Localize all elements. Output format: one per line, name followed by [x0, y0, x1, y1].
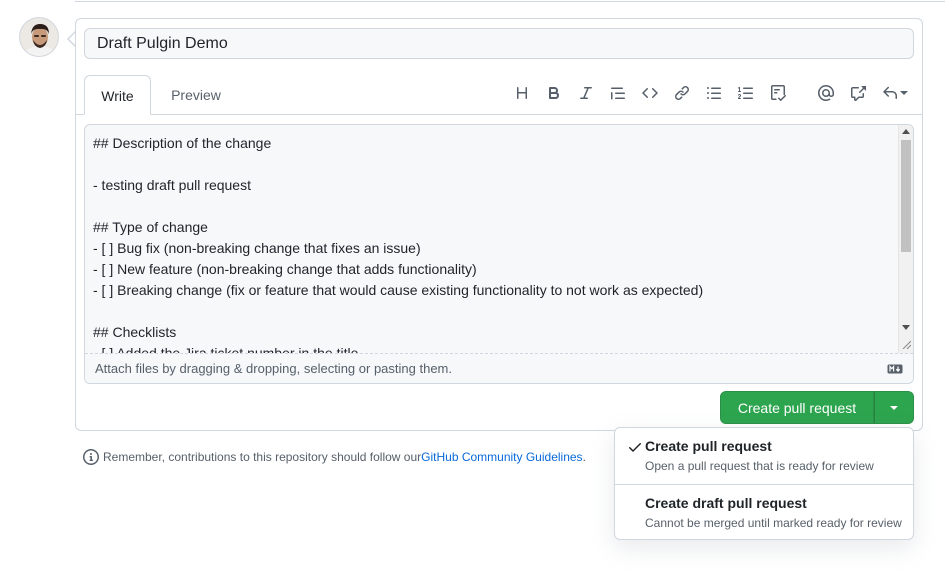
ordered-list-icon[interactable] — [734, 81, 758, 105]
check-icon — [629, 443, 641, 452]
create-pr-dropdown-menu: Create pull request Open a pull request … — [614, 427, 914, 540]
menu-item-title: Create draft pull request — [645, 495, 807, 511]
community-guidelines-note: Remember, contributions to this reposito… — [83, 448, 586, 466]
triangle-down-icon — [890, 406, 898, 410]
info-icon — [83, 449, 99, 465]
tab-write[interactable]: Write — [84, 75, 151, 115]
menu-item-description: Cannot be merged until marked ready for … — [645, 516, 902, 530]
heading-icon[interactable] — [510, 81, 534, 105]
resize-grip-icon[interactable] — [901, 339, 911, 349]
scroll-down-arrow-icon[interactable] — [902, 325, 910, 330]
create-pr-button-group: Create pull request — [720, 391, 915, 424]
tab-preview[interactable]: Preview — [159, 75, 233, 115]
menu-item-description: Open a pull request that is ready for re… — [645, 459, 874, 473]
menu-item-create-draft-pull-request[interactable]: Create draft pull request Cannot be merg… — [615, 484, 913, 540]
code-icon[interactable] — [638, 81, 662, 105]
scroll-thumb[interactable] — [901, 140, 911, 252]
link-icon[interactable] — [670, 81, 694, 105]
italic-icon[interactable] — [574, 81, 598, 105]
bold-icon[interactable] — [542, 81, 566, 105]
cross-reference-icon[interactable] — [846, 81, 870, 105]
avatar-image — [20, 18, 58, 56]
body-textarea[interactable]: ## Description of the change - testing d… — [85, 125, 899, 353]
attach-hint: Attach files by dragging & dropping, sel… — [95, 361, 452, 376]
note-suffix: . — [582, 450, 586, 464]
menu-item-create-pull-request[interactable]: Create pull request Open a pull request … — [615, 428, 913, 484]
top-divider — [75, 0, 945, 2]
reply-icon[interactable] — [878, 81, 912, 105]
attach-files-bar[interactable]: Attach files by dragging & dropping, sel… — [85, 353, 913, 383]
pull-request-form: Write Preview — [75, 18, 923, 431]
scrollbar[interactable] — [898, 125, 913, 353]
note-text: Remember, contributions to this reposito… — [103, 450, 422, 464]
scroll-up-arrow-icon[interactable] — [902, 129, 910, 134]
mention-icon[interactable] — [814, 81, 838, 105]
tabs-divider — [76, 114, 922, 115]
avatar[interactable] — [19, 17, 59, 57]
markdown-icon[interactable] — [887, 363, 903, 375]
community-guidelines-link[interactable]: GitHub Community Guidelines — [421, 448, 582, 466]
task-list-icon[interactable] — [766, 81, 790, 105]
unordered-list-icon[interactable] — [702, 81, 726, 105]
create-pr-options-button[interactable] — [874, 391, 914, 424]
title-input[interactable] — [84, 28, 914, 59]
menu-item-title: Create pull request — [645, 438, 772, 454]
body-editor[interactable]: ## Description of the change - testing d… — [84, 124, 914, 384]
chevron-down-icon — [900, 91, 908, 95]
quote-icon[interactable] — [606, 81, 630, 105]
create-pull-request-button[interactable]: Create pull request — [720, 391, 874, 424]
